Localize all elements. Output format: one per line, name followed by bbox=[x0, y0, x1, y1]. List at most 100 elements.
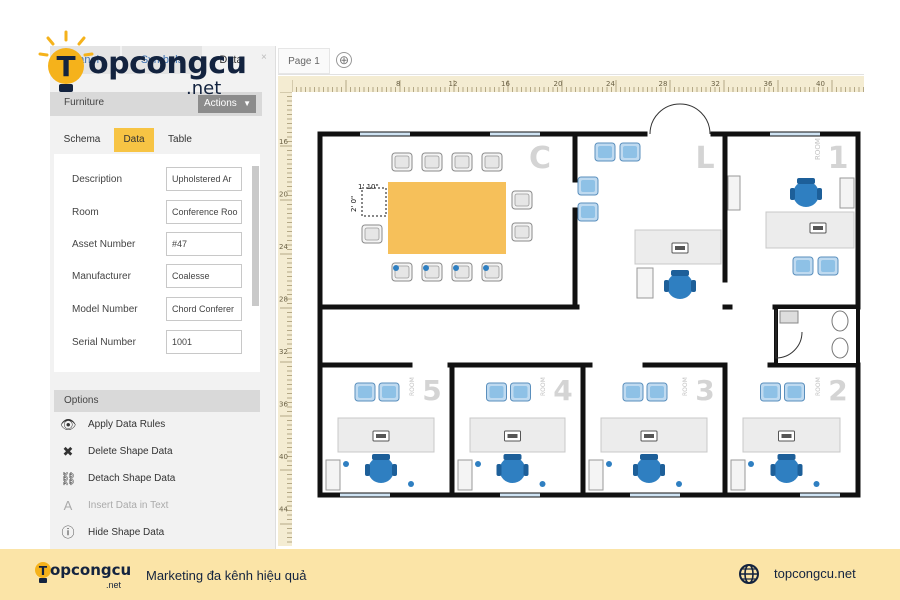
conference-table[interactable] bbox=[388, 182, 506, 254]
model-number-field[interactable]: Chord Conferer bbox=[166, 297, 242, 321]
hide-shape-data-option[interactable]: ⓘ Hide Shape Data bbox=[60, 524, 256, 544]
cabinet bbox=[839, 177, 855, 209]
ruler-label: 20 bbox=[554, 80, 563, 88]
brand-name: opcongcu bbox=[88, 46, 247, 81]
conference-chair[interactable] bbox=[451, 152, 473, 172]
office-chair[interactable] bbox=[770, 454, 803, 483]
footer-banner: T opcongcu .net Marketing đa kênh hiệu q… bbox=[0, 549, 900, 600]
footer-brand-suffix: .net bbox=[106, 580, 122, 590]
field-row: Description Upholstered Ar bbox=[54, 166, 260, 194]
add-page-button[interactable]: ⊕ bbox=[336, 52, 352, 68]
office-chair[interactable] bbox=[496, 454, 529, 483]
office-rooms: 5 ROOM 4 ROOM 3 ROOM 2 ROOM bbox=[325, 374, 848, 491]
visitor-chair[interactable] bbox=[510, 382, 531, 402]
conference-chair[interactable] bbox=[361, 224, 383, 244]
unlink-icon: ⛓ bbox=[60, 471, 77, 486]
apply-data-rules-option[interactable]: 👁 Apply Data Rules bbox=[60, 416, 256, 436]
fields-scrollbar[interactable] bbox=[252, 166, 259, 306]
selection-handle[interactable] bbox=[361, 187, 387, 217]
room-number: 4 bbox=[553, 374, 572, 407]
data-marker bbox=[483, 265, 489, 271]
delete-shape-data-option[interactable]: ✖ Delete Shape Data bbox=[60, 443, 256, 463]
visitor-chair[interactable] bbox=[817, 256, 839, 276]
room-tag: ROOM bbox=[815, 377, 822, 396]
room-number: 3 bbox=[695, 374, 714, 407]
office-chair[interactable] bbox=[365, 454, 397, 483]
globe-icon bbox=[739, 564, 759, 584]
ruler-label: 24 bbox=[279, 243, 288, 251]
visitor-chair[interactable] bbox=[646, 382, 668, 402]
brand-logo: T opcongcu .net bbox=[36, 28, 266, 108]
visitor-chair[interactable] bbox=[622, 382, 644, 402]
field-label: Serial Number bbox=[72, 337, 136, 348]
description-field[interactable]: Upholstered Ar bbox=[166, 167, 242, 191]
conference-chair[interactable] bbox=[421, 152, 443, 172]
restroom bbox=[774, 305, 860, 367]
cabinet bbox=[727, 175, 741, 211]
ruler-label: 44 bbox=[279, 506, 288, 514]
data-panel: Panel Symbols Data Furniture Actions ▼ S… bbox=[50, 46, 276, 550]
office-chair[interactable] bbox=[664, 270, 696, 299]
office-chair[interactable] bbox=[790, 178, 822, 207]
tab-page-1[interactable]: Page 1 bbox=[278, 48, 330, 74]
ruler-label: 36 bbox=[279, 401, 288, 409]
field-row: Manufacturer Coalesse bbox=[54, 263, 260, 291]
phone-icon bbox=[640, 430, 658, 442]
conference-chair[interactable] bbox=[391, 152, 413, 172]
visitor-chair[interactable] bbox=[354, 382, 376, 402]
data-marker bbox=[453, 265, 459, 271]
data-marker bbox=[539, 481, 546, 487]
office-chair[interactable] bbox=[633, 454, 665, 483]
vertical-ruler: 16 20 24 28 32 36 40 44 bbox=[278, 92, 292, 546]
subtab-table[interactable]: Table bbox=[160, 128, 200, 152]
visitor-chair[interactable] bbox=[577, 202, 599, 222]
option-label: Delete Shape Data bbox=[88, 446, 173, 457]
conference-chair[interactable] bbox=[511, 222, 533, 242]
visitor-chair[interactable] bbox=[486, 382, 507, 402]
room-number: 2 bbox=[828, 374, 847, 407]
field-label: Description bbox=[72, 174, 123, 185]
ruler-label: 24 bbox=[606, 80, 615, 88]
field-label: Room bbox=[72, 207, 99, 218]
cabinet bbox=[730, 459, 746, 491]
detach-shape-data-option[interactable]: ⛓ Detach Shape Data bbox=[60, 470, 256, 490]
phone-icon bbox=[372, 430, 390, 442]
data-marker bbox=[408, 481, 414, 487]
room-number-1: 1 bbox=[828, 141, 849, 176]
svg-text:T: T bbox=[39, 564, 48, 578]
subtab-schema[interactable]: Schema bbox=[58, 128, 106, 152]
ruler-label: 32 bbox=[279, 348, 288, 356]
footer-website[interactable]: topcongcu.net bbox=[774, 566, 856, 581]
ruler-label: 16 bbox=[279, 138, 288, 146]
visitor-chair[interactable] bbox=[577, 176, 599, 196]
visitor-chair[interactable] bbox=[760, 382, 781, 402]
subtab-data[interactable]: Data bbox=[114, 128, 154, 152]
data-marker bbox=[606, 461, 612, 467]
data-subtabs: Schema Data Table bbox=[50, 128, 262, 152]
asset-number-field[interactable]: #47 bbox=[166, 232, 242, 256]
option-label: Insert Data in Text bbox=[88, 500, 169, 511]
conference-chair[interactable] bbox=[511, 190, 533, 210]
manufacturer-field[interactable]: Coalesse bbox=[166, 264, 242, 288]
serial-number-field[interactable]: 1001 bbox=[166, 330, 242, 354]
visitor-chair[interactable] bbox=[619, 142, 641, 162]
room-field[interactable]: Conference Roo bbox=[166, 200, 242, 224]
conference-chair[interactable] bbox=[481, 152, 503, 172]
ruler-label: 28 bbox=[659, 80, 668, 88]
visitor-chair[interactable] bbox=[594, 142, 616, 162]
cabinet bbox=[457, 459, 473, 491]
ruler-label: 40 bbox=[279, 453, 288, 461]
field-row: Model Number Chord Conferer bbox=[54, 296, 260, 324]
ruler-label: 8 bbox=[396, 80, 400, 88]
visitor-chair[interactable] bbox=[792, 256, 814, 276]
data-marker bbox=[343, 461, 349, 467]
visitor-chair[interactable] bbox=[784, 382, 805, 402]
ruler-label: 20 bbox=[279, 191, 288, 199]
close-panel-icon[interactable]: × bbox=[261, 52, 267, 63]
visitor-chair[interactable] bbox=[378, 382, 400, 402]
floor-plan[interactable]: C 1' 10" 2' 0" L 1 ROOM 5 ROOM 4 ROOM 3 ROOM 2… bbox=[300, 100, 864, 540]
field-row: Room Conference Roo bbox=[54, 199, 260, 227]
ruler-label: 12 bbox=[449, 80, 458, 88]
info-icon: ⓘ bbox=[61, 525, 75, 540]
options-header: Options bbox=[54, 390, 260, 412]
